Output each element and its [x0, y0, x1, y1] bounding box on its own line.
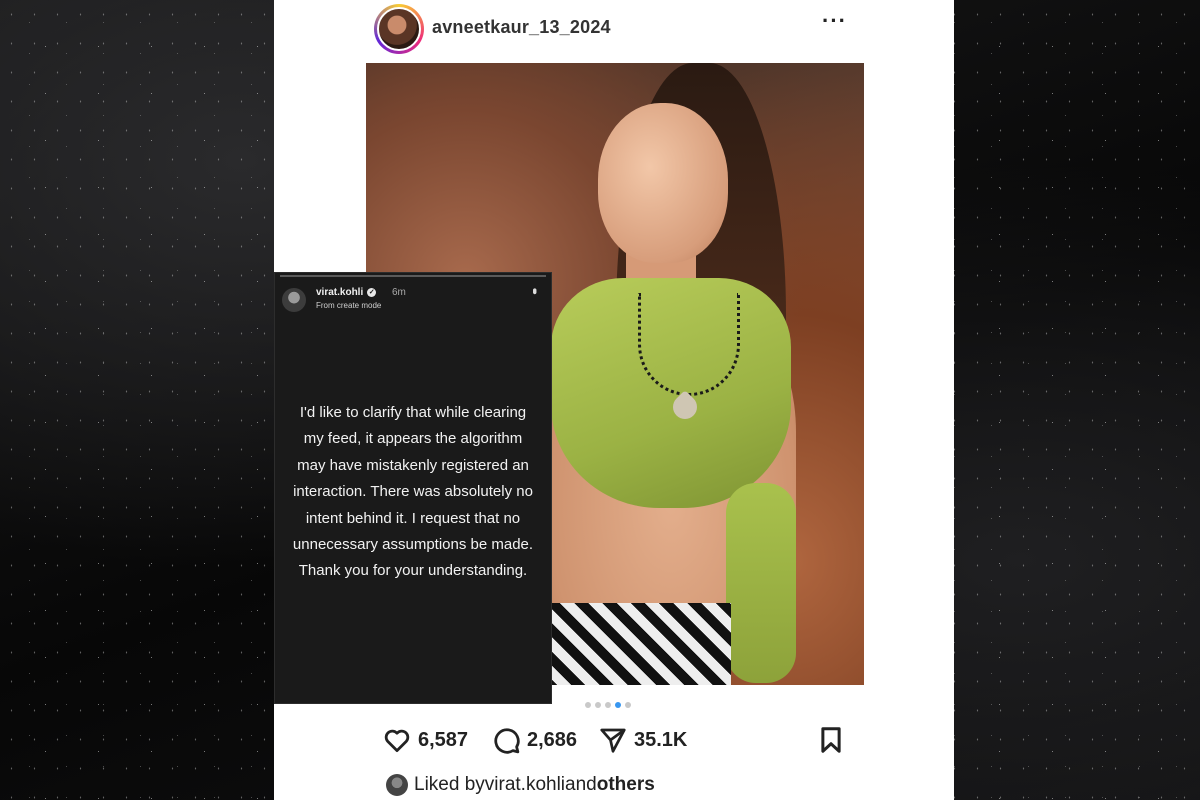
comment-count: 2,686 [527, 728, 578, 751]
carousel-dot-active [615, 702, 621, 708]
carousel-dot [605, 702, 611, 708]
more-options-icon[interactable]: ··· [822, 8, 847, 34]
like-button[interactable]: 6,587 [382, 722, 468, 758]
story-avatar[interactable] [282, 288, 306, 312]
story-subtitle: From create mode [316, 301, 382, 310]
profile-avatar[interactable] [374, 4, 424, 54]
story-time: 6m [392, 287, 406, 298]
story-username: virat.kohli [316, 287, 364, 298]
liked-others[interactable]: others [597, 774, 655, 796]
story-progress-bar [280, 275, 546, 277]
photo-necklace [638, 293, 740, 396]
share-count: 35.1K [634, 728, 688, 751]
photo-face [598, 103, 728, 263]
verified-icon: ✓ [367, 287, 377, 297]
share-button[interactable]: 35.1K [598, 722, 687, 758]
profile-photo [377, 7, 421, 51]
post-header: avneetkaur_13_2024 ··· [274, 0, 954, 60]
photo-skirt [551, 603, 731, 685]
story-username-row[interactable]: virat.kohli ✓ [316, 287, 377, 298]
story-screenshot: virat.kohli ✓ 6m From create mode ••• I'd… [274, 272, 552, 704]
background: avneetkaur_13_2024 ··· 6,587 2,686 35.1K… [0, 0, 1200, 800]
liked-user[interactable]: virat.kohli [485, 774, 565, 796]
like-count: 6,587 [418, 728, 469, 751]
post-username[interactable]: avneetkaur_13_2024 [432, 17, 611, 38]
story-message: I'd like to clarify that while clearing … [292, 404, 534, 580]
liked-prefix: Liked by [414, 774, 485, 795]
save-button[interactable] [816, 722, 846, 758]
comment-icon [494, 728, 520, 754]
comment-button[interactable]: 2,686 [491, 722, 577, 758]
bookmark-icon [821, 727, 841, 753]
liker-avatar [386, 774, 408, 796]
carousel-dot [585, 702, 591, 708]
photo-sleeve [726, 483, 796, 683]
carousel-dot [595, 702, 601, 708]
heart-icon [384, 729, 410, 752]
share-icon [600, 728, 626, 753]
carousel-dot [625, 702, 631, 708]
liked-by-line: Liked by virat.kohli and others [386, 772, 655, 798]
carousel-indicator [585, 700, 645, 710]
post-actions: 6,587 2,686 35.1K [274, 722, 954, 762]
liked-middle: and [565, 774, 597, 795]
story-more-icon[interactable]: ••• [528, 288, 542, 292]
